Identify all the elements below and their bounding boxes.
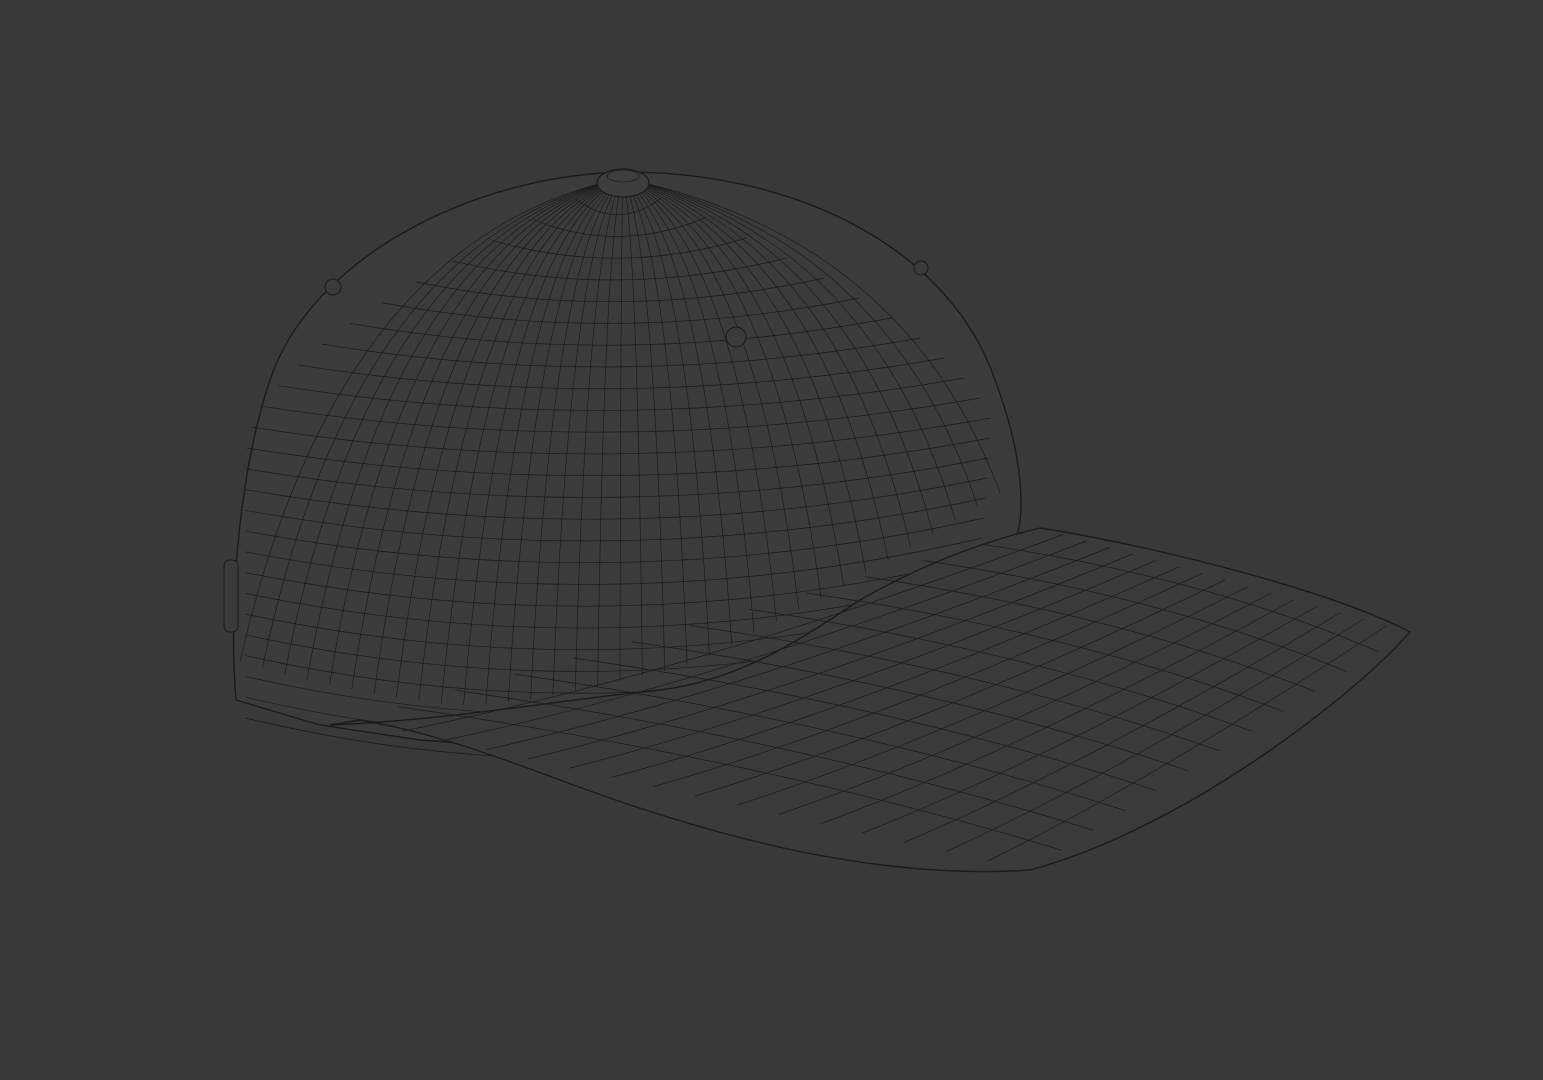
wireframe-render bbox=[223, 168, 1412, 873]
top-button bbox=[596, 168, 650, 198]
eyelet-right bbox=[913, 260, 929, 276]
3d-viewport[interactable] bbox=[0, 0, 1543, 1080]
eyelet-left bbox=[324, 278, 342, 296]
back-strap-buckle bbox=[223, 559, 239, 633]
eyelet-front bbox=[725, 326, 747, 348]
